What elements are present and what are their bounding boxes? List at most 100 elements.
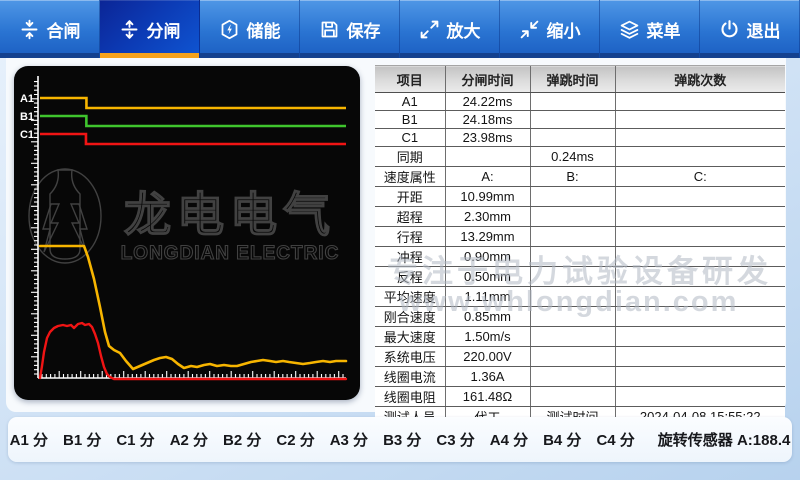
value-cell (615, 129, 785, 147)
item-label-cell: 平均速度 (375, 287, 445, 307)
value-cell: 161.48Ω (445, 387, 530, 407)
travel-curve (40, 246, 346, 369)
breaker-analyzer-screen: { "toolbar": { "tabs": [ { "label": "合闸"… (0, 0, 800, 480)
value-cell: 0.24ms (530, 147, 615, 167)
tab-open-breaker[interactable]: 分闸 (100, 0, 200, 58)
value-cell: 24.18ms (445, 111, 530, 129)
item-label-cell: 超程 (375, 207, 445, 227)
value-cell (615, 367, 785, 387)
tab-label: 缩小 (547, 17, 581, 42)
tab-label: 放大 (447, 17, 481, 42)
item-label-cell: 刚合速度 (375, 307, 445, 327)
table-row: 行程13.29mm (375, 227, 785, 247)
item-label-cell: 线圈电阻 (375, 387, 445, 407)
value-cell (615, 307, 785, 327)
item-label-cell: 线圈电流 (375, 367, 445, 387)
table-row: A124.22ms (375, 93, 785, 111)
value-cell (615, 227, 785, 247)
value-cell (530, 227, 615, 247)
value-cell (615, 147, 785, 167)
table-row: 最大速度1.50m/s (375, 327, 785, 347)
value-cell (530, 247, 615, 267)
status-phase-c4: C4 分 (596, 429, 634, 450)
value-cell (615, 347, 785, 367)
rotary-sensor-value: A:188.4 (737, 432, 790, 449)
value-cell (615, 327, 785, 347)
open-breaker-icon (119, 19, 140, 40)
phase-label-b1: B1 (20, 111, 34, 123)
table-row: 冲程0.90mm (375, 247, 785, 267)
value-cell (530, 267, 615, 287)
coil-current-curve (40, 323, 346, 379)
status-phase-b3: B3 分 (383, 429, 421, 450)
waveform-chart: 龙电电气LONGDIAN ELECTRICA1B1C1 (14, 66, 360, 400)
tab-exit[interactable]: 退出 (700, 0, 800, 58)
value-cell (615, 187, 785, 207)
status-phase-b2: B2 分 (223, 429, 261, 450)
value-cell: 24.22ms (445, 93, 530, 111)
menu-icon (619, 19, 640, 40)
value-cell: 220.00V (445, 347, 530, 367)
value-cell: B: (530, 167, 615, 187)
status-phase-a3: A3 分 (330, 429, 368, 450)
status-phase-c2: C2 分 (276, 429, 314, 450)
table-header-cell: 弹跳时间 (530, 66, 615, 93)
value-cell (615, 247, 785, 267)
tab-close-breaker[interactable]: 合闸 (0, 0, 100, 58)
value-cell (530, 129, 615, 147)
exit-icon (719, 19, 740, 40)
tab-label: 保存 (347, 17, 381, 42)
status-phase-a1: A1 分 (10, 429, 48, 450)
waveform-chart-panel: 龙电电气LONGDIAN ELECTRICA1B1C1 Grid Time 10… (14, 66, 360, 400)
table-row: 超程2.30mm (375, 207, 785, 227)
item-label-cell: 反程 (375, 267, 445, 287)
longdian-logo-watermark: 龙电电气LONGDIAN ELECTRIC (29, 169, 339, 264)
rotary-sensor-status: 旋转传感器 A:188.4 (658, 429, 791, 450)
table-header-cell: 分闸时间 (445, 66, 530, 93)
value-cell: 0.50mm (445, 267, 530, 287)
value-cell (530, 347, 615, 367)
value-cell: 0.90mm (445, 247, 530, 267)
save-icon (319, 19, 340, 40)
value-cell (615, 93, 785, 111)
tab-label: 储能 (247, 17, 281, 42)
tab-zoom-out[interactable]: 缩小 (500, 0, 600, 58)
tab-label: 退出 (747, 17, 781, 42)
svg-text:LONGDIAN ELECTRIC: LONGDIAN ELECTRIC (121, 243, 340, 264)
table-row: 线圈电流1.36A (375, 367, 785, 387)
zoom-out-icon (519, 19, 540, 40)
value-cell (530, 207, 615, 227)
value-cell: 1.36A (445, 367, 530, 387)
table-row: 开距10.99mm (375, 187, 785, 207)
status-phase-c3: C3 分 (436, 429, 474, 450)
tab-label: 菜单 (647, 17, 681, 42)
phase-trace-a1 (40, 98, 346, 108)
tab-save[interactable]: 保存 (300, 0, 400, 58)
table-row: 反程0.50mm (375, 267, 785, 287)
item-label-cell: 系统电压 (375, 347, 445, 367)
item-label-cell: 最大速度 (375, 327, 445, 347)
value-cell: 1.11mm (445, 287, 530, 307)
value-cell: 10.99mm (445, 187, 530, 207)
table-row: B124.18ms (375, 111, 785, 129)
value-cell (530, 327, 615, 347)
value-cell (530, 307, 615, 327)
close-breaker-icon (19, 19, 40, 40)
value-cell (530, 367, 615, 387)
value-cell (615, 267, 785, 287)
energy-storage-icon (219, 19, 240, 40)
status-phase-a4: A4 分 (490, 429, 528, 450)
status-phase-a2: A2 分 (170, 429, 208, 450)
tab-menu[interactable]: 菜单 (600, 0, 700, 58)
tab-energy-storage[interactable]: 储能 (200, 0, 300, 58)
zoom-in-icon (419, 19, 440, 40)
table-row: 线圈电阻161.48Ω (375, 387, 785, 407)
value-cell: 23.98ms (445, 129, 530, 147)
value-cell: 13.29mm (445, 227, 530, 247)
results-table-header: 项目分闸时间弹跳时间弹跳次数 (375, 66, 785, 93)
value-cell (615, 287, 785, 307)
table-row: 同期0.24ms (375, 147, 785, 167)
value-cell: A: (445, 167, 530, 187)
value-cell (445, 147, 530, 167)
tab-zoom-in[interactable]: 放大 (400, 0, 500, 58)
